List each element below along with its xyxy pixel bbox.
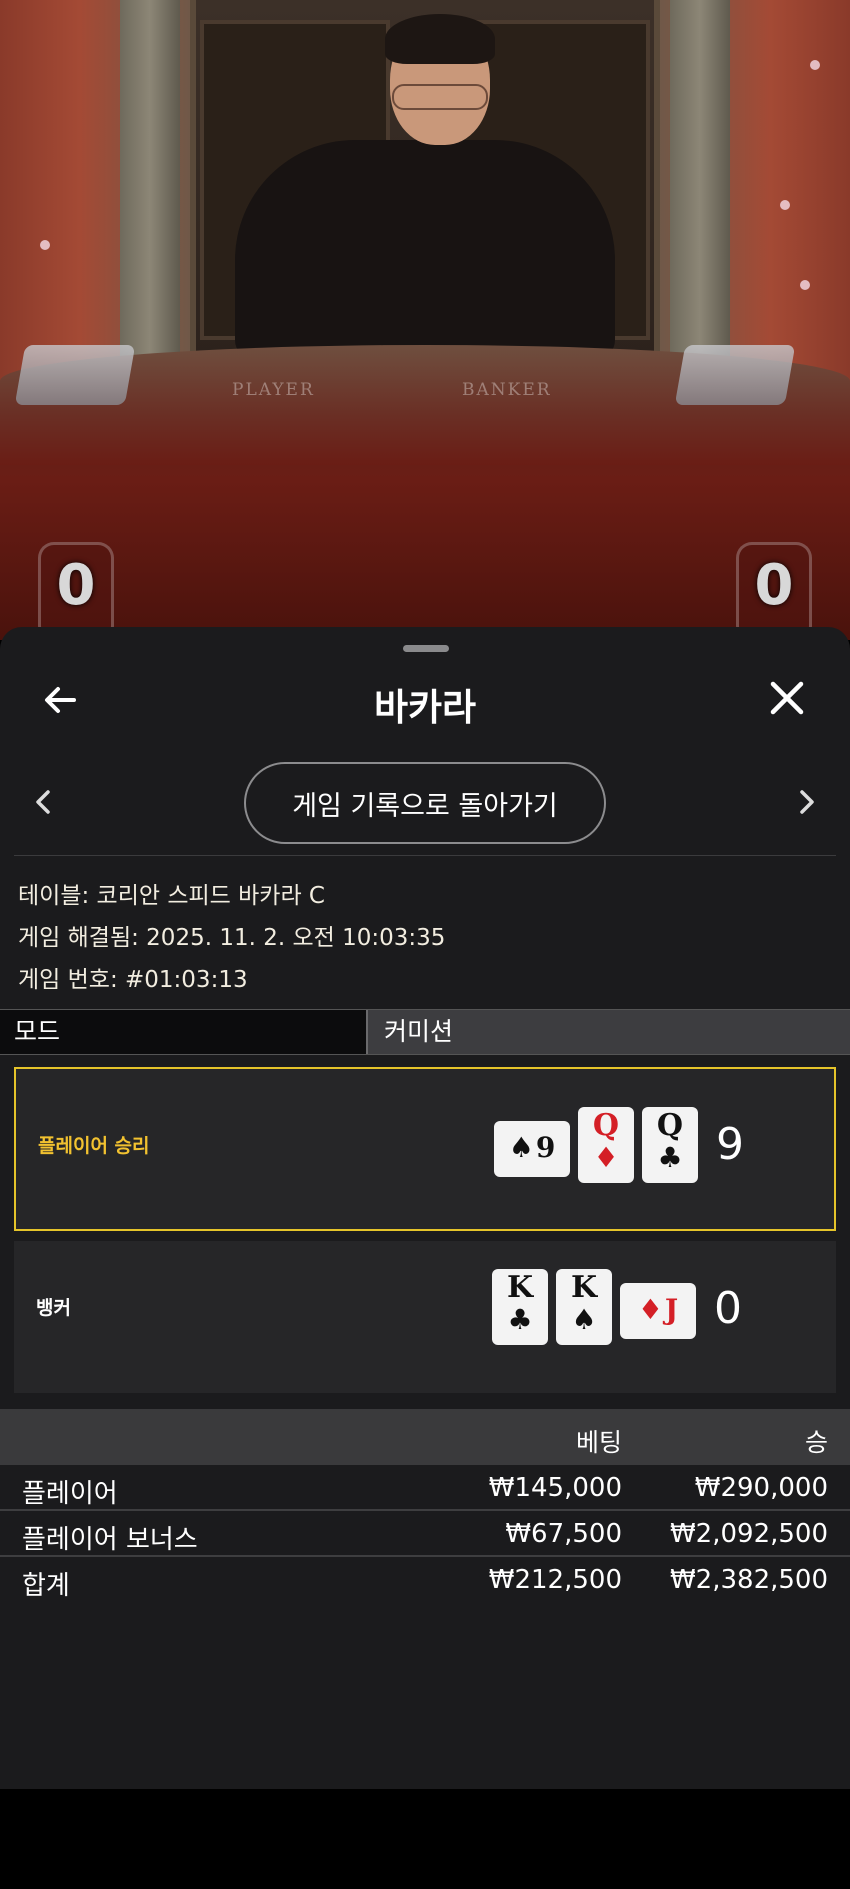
bet-name: 플레이어: [22, 1479, 118, 1509]
card-suit-icon: ♦: [637, 1293, 663, 1326]
card-rank: Q: [656, 1108, 684, 1143]
felt-label-banker: BANKER: [462, 380, 552, 400]
player-score: 0: [56, 553, 96, 618]
bet-column-header: 베팅: [575, 1428, 622, 1457]
back-to-history-button[interactable]: 게임 기록으로 돌아가기: [244, 762, 606, 844]
mode-value: 커미션: [366, 1010, 850, 1054]
hand-results: 플레이어 승리 ♠9 Q ♦ Q ♣ 9 뱅커 K ♣ K ♠ ♦J 0: [0, 1057, 850, 1409]
close-icon[interactable]: [764, 675, 810, 721]
card-suit-icon: ♠: [508, 1131, 534, 1164]
app-root: PLAYER BANKER 0 0 바카라 게임 기록으로 돌아가기 테이블: …: [0, 0, 850, 1889]
total-win-amount: ₩2,382,500: [669, 1565, 828, 1595]
card-suit-icon: ♦: [593, 1141, 619, 1174]
win-column-header: 승: [804, 1428, 828, 1457]
card-shoe-right: [674, 345, 796, 405]
table-row: 플레이어 보너스 ₩67,500 ₩2,092,500: [0, 1513, 850, 1557]
playing-card: ♦J: [620, 1283, 696, 1339]
sheet-title: 바카라: [373, 686, 477, 729]
dealer-body: [235, 140, 615, 360]
divider: [14, 855, 836, 856]
player-hand-total: 9: [716, 1119, 744, 1170]
table-name: 테이블: 코리안 스피드 바카라 C: [18, 883, 325, 909]
live-video-feed: PLAYER BANKER 0 0: [0, 0, 850, 640]
history-nav-row: 게임 기록으로 돌아가기: [0, 762, 850, 844]
blossom-decor: [810, 60, 820, 70]
sheet-header: 바카라: [0, 667, 850, 733]
game-resolved-time: 게임 해결됨: 2025. 11. 2. 오전 10:03:35: [18, 925, 446, 951]
bets-table-header: 베팅 승: [0, 1409, 850, 1465]
card-shoe-left: [14, 345, 136, 405]
card-rank: K: [506, 1270, 534, 1305]
system-bottom-bar: [0, 1789, 850, 1889]
game-info: 테이블: 코리안 스피드 바카라 C 게임 해결됨: 2025. 11. 2. …: [18, 875, 838, 1001]
card-suit-icon: ♣: [507, 1303, 533, 1336]
sheet-drag-handle[interactable]: [403, 645, 449, 652]
banker-score-box: 0: [736, 542, 812, 640]
banker-score: 0: [754, 553, 794, 618]
total-label: 합계: [22, 1571, 70, 1601]
playing-card: Q ♣: [642, 1107, 698, 1183]
playing-card: Q ♦: [578, 1107, 634, 1183]
win-amount: ₩2,092,500: [669, 1519, 828, 1549]
banker-hand-total: 0: [714, 1283, 742, 1334]
player-result-row: 플레이어 승리 ♠9 Q ♦ Q ♣ 9: [14, 1067, 836, 1231]
blossom-decor: [40, 240, 50, 250]
mode-row: 모드 커미션: [0, 1009, 850, 1055]
chevron-left-icon[interactable]: [26, 784, 62, 820]
total-row: 합계 ₩212,500 ₩2,382,500: [0, 1559, 850, 1603]
playing-card: K ♠: [556, 1269, 612, 1345]
playing-card: K ♣: [492, 1269, 548, 1345]
card-rank: Q: [592, 1108, 620, 1143]
win-amount: ₩290,000: [694, 1473, 828, 1503]
game-number: 게임 번호: #01:03:13: [18, 967, 248, 993]
decor-pillar-left: [120, 0, 180, 360]
blossom-decor: [780, 200, 790, 210]
blossom-decor: [800, 280, 810, 290]
player-score-box: 0: [38, 542, 114, 640]
decor-pillar-right: [670, 0, 730, 360]
bet-amount: ₩145,000: [488, 1473, 622, 1503]
mode-label: 모드: [0, 1010, 366, 1054]
total-bet-amount: ₩212,500: [488, 1565, 622, 1595]
card-rank: 9: [535, 1131, 556, 1164]
banker-result-label: 뱅커: [36, 1297, 71, 1319]
chevron-right-icon[interactable]: [788, 784, 824, 820]
dealer-hair: [385, 14, 495, 64]
card-suit-icon: ♣: [657, 1141, 683, 1174]
game-detail-sheet: 바카라 게임 기록으로 돌아가기 테이블: 코리안 스피드 바카라 C 게임 해…: [0, 627, 850, 1789]
card-rank: J: [664, 1293, 679, 1326]
player-result-label: 플레이어 승리: [38, 1135, 150, 1157]
bet-name: 플레이어 보너스: [22, 1525, 198, 1555]
banker-result-row: 뱅커 K ♣ K ♠ ♦J 0: [14, 1241, 836, 1393]
card-suit-icon: ♠: [571, 1303, 597, 1336]
bet-amount: ₩67,500: [505, 1519, 622, 1549]
playing-card: ♠9: [494, 1121, 570, 1177]
felt-label-player: PLAYER: [232, 380, 315, 400]
table-row: 플레이어 ₩145,000 ₩290,000: [0, 1467, 850, 1511]
card-rank: K: [570, 1270, 598, 1305]
dealer-glasses: [392, 84, 488, 110]
